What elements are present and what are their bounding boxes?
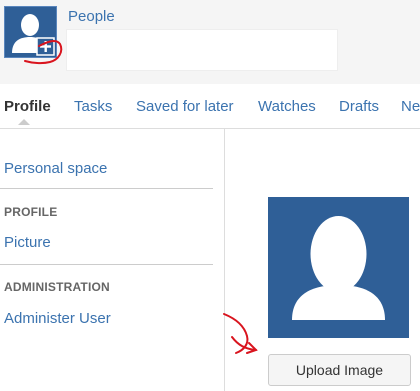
upload-image-button[interactable]: Upload Image	[268, 354, 411, 386]
sidebar-item-administer-user[interactable]: Administer User	[4, 310, 111, 327]
tab-drafts[interactable]: Drafts	[339, 98, 379, 115]
sidebar-heading-administration: ADMINISTRATION	[4, 280, 110, 294]
active-tab-indicator	[18, 119, 30, 125]
people-link[interactable]: People	[68, 8, 115, 25]
tab-more[interactable]: Ne	[401, 98, 420, 115]
tab-watches[interactable]: Watches	[258, 98, 316, 115]
sidebar-heading-profile: PROFILE	[4, 205, 58, 219]
sidebar-item-personal-space[interactable]: Personal space	[4, 160, 107, 177]
user-avatar-icon[interactable]	[4, 6, 57, 58]
sidebar-divider-line	[0, 188, 213, 189]
tab-tasks[interactable]: Tasks	[74, 98, 112, 115]
user-silhouette-icon	[268, 197, 409, 338]
sidebar-divider-line	[0, 264, 213, 265]
sidebar-item-picture[interactable]: Picture	[4, 234, 51, 251]
sidebar-divider	[224, 129, 225, 391]
name-field[interactable]	[66, 29, 338, 71]
profile-tabs: Profile Tasks Saved for later Watches Dr…	[0, 84, 420, 129]
tab-saved-for-later[interactable]: Saved for later	[136, 98, 234, 115]
tab-profile[interactable]: Profile	[4, 98, 51, 115]
